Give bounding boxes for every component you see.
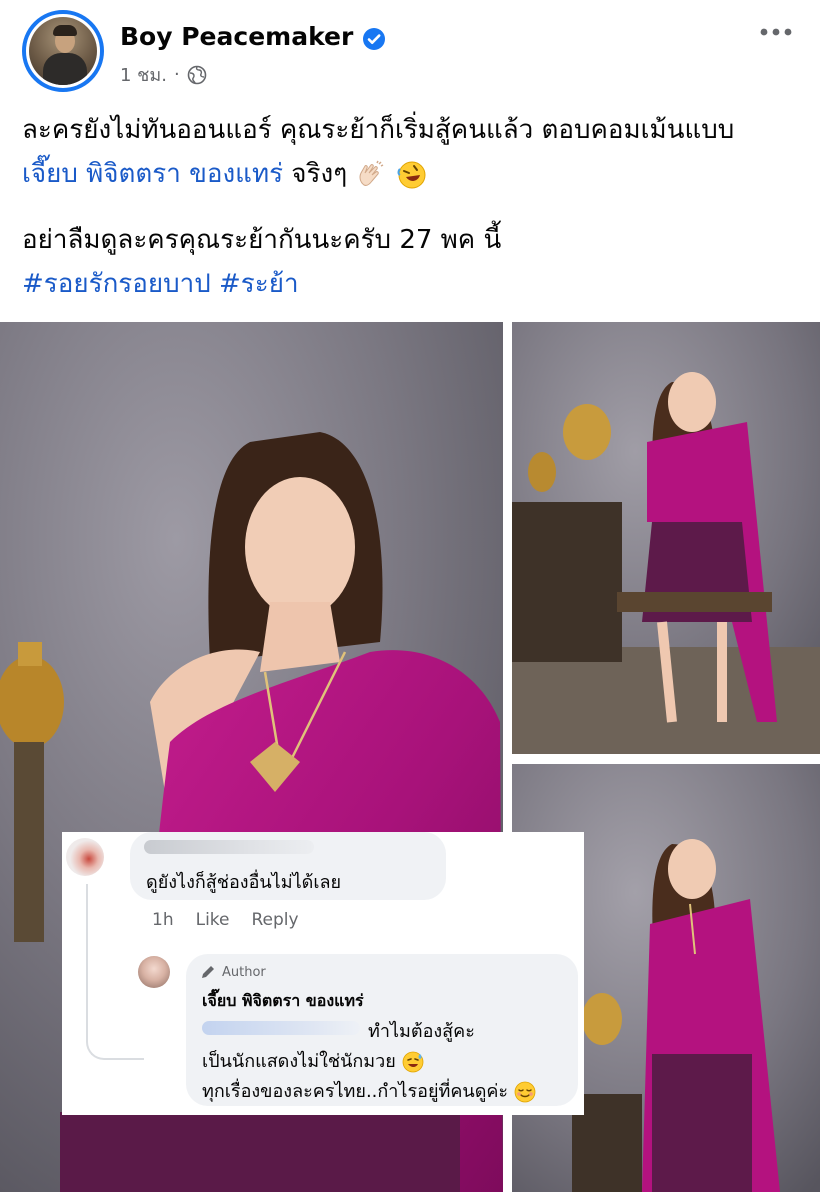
commenter-avatar[interactable] <box>66 838 104 876</box>
comment-actions: 1h Like Reply <box>152 910 299 930</box>
post-caption: ละครยังไม่ทันออนแอร์ คุณระย้าก็เริ่มสู้ค… <box>22 108 802 306</box>
verified-badge-icon <box>363 28 385 50</box>
caption-line-2: เจี๊ยบ พิจิตตรา ของแทร่ จริงๆ <box>22 152 802 196</box>
reply-button[interactable]: Reply <box>252 910 299 930</box>
reply-text-line-1: ทำไมต้องสู้คะ <box>368 1021 475 1042</box>
globe-icon <box>187 65 207 84</box>
avatar-photo <box>29 17 97 85</box>
post-meta: 1 ชม. · <box>120 60 207 89</box>
author-name[interactable]: Boy Peacemaker <box>120 22 353 51</box>
author-avatar[interactable] <box>22 10 104 92</box>
reply-thread-line <box>86 884 144 1060</box>
like-button[interactable]: Like <box>196 910 230 930</box>
caption-line-1: ละครยังไม่ทันออนแอร์ คุณระย้าก็เริ่มสู้ค… <box>22 115 735 145</box>
comment-time[interactable]: 1h <box>152 910 174 930</box>
rolling-laughing-icon <box>397 161 426 188</box>
clapping-hands-icon <box>359 160 384 186</box>
sweat-smile-icon <box>402 1051 423 1073</box>
post-photo-right-top[interactable] <box>512 322 820 754</box>
redacted-commenter-name <box>144 840 314 854</box>
pencil-icon <box>202 966 214 978</box>
comment-screenshot: ดูยังไงก็สู้ช่องอื่นไม่ได้เลย 1h Like Re… <box>62 832 584 1115</box>
reply-author-avatar[interactable] <box>138 956 170 988</box>
redacted-mention <box>202 1021 360 1035</box>
comment-text: ดูยังไงก็สู้ช่องอื่นไม่ได้เลย <box>146 872 342 893</box>
hashtag-link[interactable]: #รอยรักรอยบาป <box>22 269 211 299</box>
caption-line-2-text: จริงๆ <box>283 159 348 189</box>
author-badge-label: Author <box>222 964 266 980</box>
mention-link[interactable]: เจี๊ยบ พิจิตตรา ของแทร่ <box>22 159 283 189</box>
hashtag-line: #รอยรักรอยบาป #ระย้า <box>22 262 802 306</box>
reply-text-line-3-text: ทุกเรื่องของละครไทย..กำไรอยู่ที่คนดูค่ะ <box>202 1081 509 1102</box>
reply-text-line-3: ทุกเรื่องของละครไทย..กำไรอยู่ที่คนดูค่ะ <box>202 1076 536 1105</box>
meta-separator: · <box>173 64 180 85</box>
relieved-face-icon <box>514 1081 536 1103</box>
more-options-icon[interactable] <box>758 24 794 40</box>
hashtag-link[interactable]: #ระย้า <box>219 269 299 299</box>
caption-line-3: อย่าลืมดูละครคุณระย้ากันนะครับ 27 พค นี้ <box>22 225 502 255</box>
author-badge: Author <box>200 964 266 980</box>
post-time[interactable]: 1 ชม. <box>120 60 167 89</box>
reply-author-name[interactable]: เจี๊ยบ พิจิตตรา ของแทร่ <box>202 989 364 1014</box>
reply-text-line-2-text: เป็นนักแสดงไม่ใช่นักมวย <box>202 1051 396 1072</box>
reply-text-line-2: เป็นนักแสดงไม่ใช่นักมวย <box>202 1046 424 1075</box>
post-header: Boy Peacemaker 1 ชม. · <box>0 0 820 96</box>
